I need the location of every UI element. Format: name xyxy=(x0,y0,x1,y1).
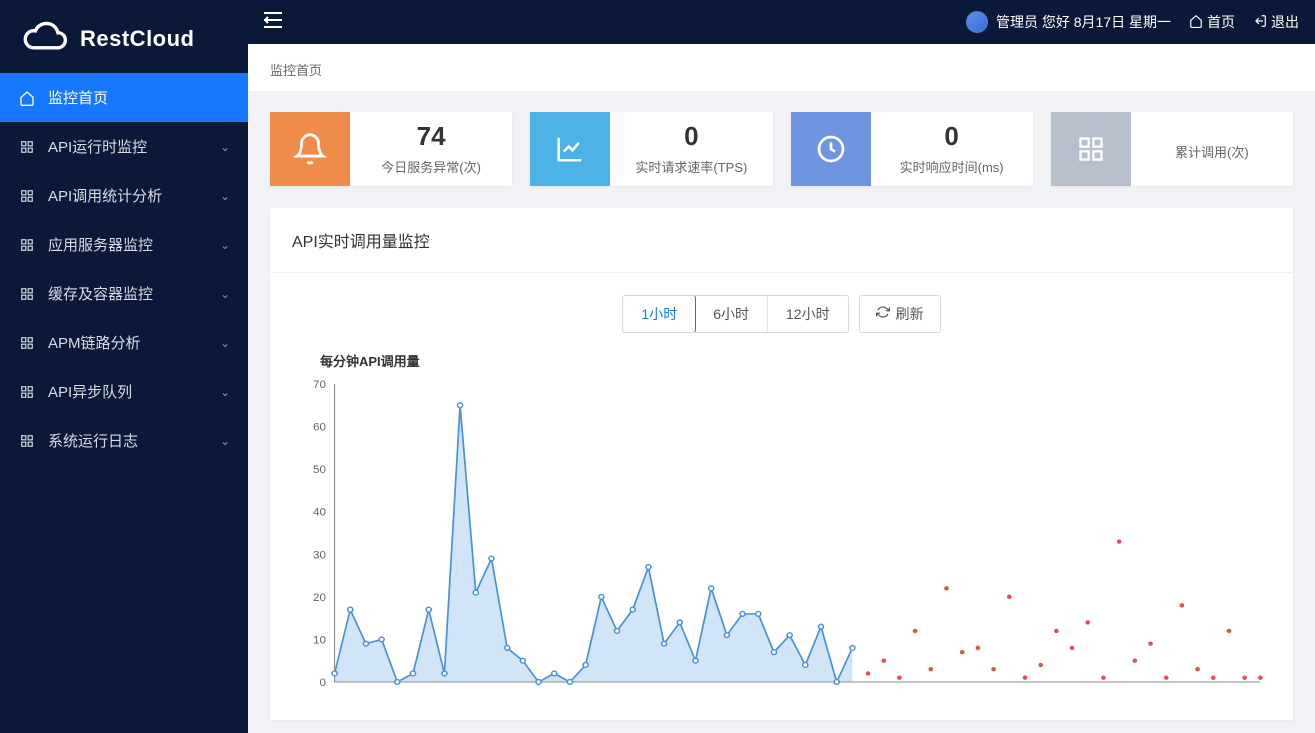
sidebar-item-label: 系统运行日志 xyxy=(48,430,138,451)
sidebar-menu: 监控首页 API运行时监控 ⌄ API调用统计分析 ⌄ 应用服务器监控 ⌄ 缓存… xyxy=(0,73,248,465)
sidebar-item-label: API运行时监控 xyxy=(48,136,147,157)
stat-label: 实时响应时间(ms) xyxy=(900,157,1004,176)
greeting-text: 管理员 您好 8月17日 星期一 xyxy=(996,12,1171,32)
svg-text:30: 30 xyxy=(313,549,326,561)
logout-label: 退出 xyxy=(1271,12,1299,32)
refresh-icon xyxy=(876,305,890,322)
svg-text:0: 0 xyxy=(320,677,327,689)
chart-panel: API实时调用量监控 1小时6小时12小时 刷新 每分钟API调用量 0 10 20… xyxy=(270,208,1293,720)
sidebar-item-label: APM链路分析 xyxy=(48,332,141,353)
chevron-down-icon: ⌄ xyxy=(220,189,230,203)
stat-card-3[interactable]: 累计调用(次) xyxy=(1051,112,1293,186)
chevron-down-icon: ⌄ xyxy=(220,140,230,154)
grid-icon xyxy=(18,238,36,252)
sidebar-item-5[interactable]: APM链路分析 ⌄ xyxy=(0,318,248,367)
bell-icon xyxy=(270,112,350,186)
svg-text:60: 60 xyxy=(313,421,326,433)
sidebar-item-3[interactable]: 应用服务器监控 ⌄ xyxy=(0,220,248,269)
grid-icon xyxy=(18,385,36,399)
range-group: 1小时6小时12小时 xyxy=(622,295,848,333)
brand-name: RestCloud xyxy=(80,26,195,52)
chevron-down-icon: ⌄ xyxy=(220,287,230,301)
brand-logo: RestCloud xyxy=(0,0,248,73)
sidebar-item-label: 监控首页 xyxy=(48,87,108,108)
chevron-down-icon: ⌄ xyxy=(220,238,230,252)
sidebar-item-4[interactable]: 缓存及容器监控 ⌄ xyxy=(0,269,248,318)
sidebar-item-label: 应用服务器监控 xyxy=(48,234,153,255)
logout-link[interactable]: 退出 xyxy=(1253,12,1299,32)
chevron-down-icon: ⌄ xyxy=(220,336,230,350)
chart-title: 每分钟API调用量 xyxy=(320,351,1271,370)
grid-icon xyxy=(18,434,36,448)
chart-icon xyxy=(530,112,610,186)
refresh-label: 刷新 xyxy=(896,304,924,324)
range-button-2[interactable]: 12小时 xyxy=(768,296,848,332)
sidebar-item-label: API调用统计分析 xyxy=(48,185,162,206)
logout-icon xyxy=(1253,14,1267,31)
grid-icon xyxy=(18,287,36,301)
sidebar-item-1[interactable]: API运行时监控 ⌄ xyxy=(0,122,248,171)
sidebar-item-label: API异步队列 xyxy=(48,381,132,402)
svg-text:20: 20 xyxy=(313,592,326,604)
sidebar-item-2[interactable]: API调用统计分析 ⌄ xyxy=(0,171,248,220)
grid-icon xyxy=(18,336,36,350)
home-label: 首页 xyxy=(1207,12,1235,32)
home-link[interactable]: 首页 xyxy=(1189,12,1235,32)
panel-title: API实时调用量监控 xyxy=(270,208,1293,273)
stat-label: 今日服务异常(次) xyxy=(381,157,481,176)
grid-icon xyxy=(18,189,36,203)
svg-text:40: 40 xyxy=(313,507,326,519)
sidebar-item-label: 缓存及容器监控 xyxy=(48,283,153,304)
stat-value: 0 xyxy=(944,122,958,151)
sidebar-item-7[interactable]: 系统运行日志 ⌄ xyxy=(0,416,248,465)
svg-text:70: 70 xyxy=(313,379,326,391)
grid-icon xyxy=(18,140,36,154)
stat-card-2[interactable]: 0 实时响应时间(ms) xyxy=(791,112,1033,186)
refresh-button[interactable]: 刷新 xyxy=(859,295,941,333)
home-icon xyxy=(18,90,36,106)
sidebar: RestCloud 监控首页 API运行时监控 ⌄ API调用统计分析 ⌄ 应用… xyxy=(0,0,248,733)
stat-card-0[interactable]: 74 今日服务异常(次) xyxy=(270,112,512,186)
chevron-down-icon: ⌄ xyxy=(220,434,230,448)
svg-text:10: 10 xyxy=(313,634,326,646)
stat-label: 累计调用(次) xyxy=(1175,142,1249,161)
cloud-icon xyxy=(16,18,70,59)
stat-label: 实时请求速率(TPS) xyxy=(635,157,747,176)
topbar: 管理员 您好 8月17日 星期一 首页 退出 xyxy=(248,0,1315,44)
avatar xyxy=(966,11,988,33)
chevron-down-icon: ⌄ xyxy=(220,385,230,399)
sidebar-item-0[interactable]: 监控首页 xyxy=(0,73,248,122)
breadcrumb: 监控首页 xyxy=(248,44,1315,92)
stat-value: 0 xyxy=(684,122,698,151)
home-icon xyxy=(1189,14,1203,31)
stat-value: 74 xyxy=(417,122,446,151)
range-controls: 1小时6小时12小时 刷新 xyxy=(292,295,1271,333)
chart: 0 10 20 30 40 50 60 70 xyxy=(292,378,1271,698)
svg-text:50: 50 xyxy=(313,464,326,476)
clock-icon xyxy=(791,112,871,186)
user-greeting: 管理员 您好 8月17日 星期一 xyxy=(966,11,1171,33)
sidebar-item-6[interactable]: API异步队列 ⌄ xyxy=(0,367,248,416)
stat-cards: 74 今日服务异常(次) 0 实时请求速率(TPS) 0 实时响应时间(ms) … xyxy=(270,112,1293,186)
sidebar-toggle-icon[interactable] xyxy=(264,12,282,33)
stat-card-1[interactable]: 0 实时请求速率(TPS) xyxy=(530,112,772,186)
range-button-0[interactable]: 1小时 xyxy=(622,295,696,333)
range-button-1[interactable]: 6小时 xyxy=(695,296,768,332)
grid4-icon xyxy=(1051,112,1131,186)
